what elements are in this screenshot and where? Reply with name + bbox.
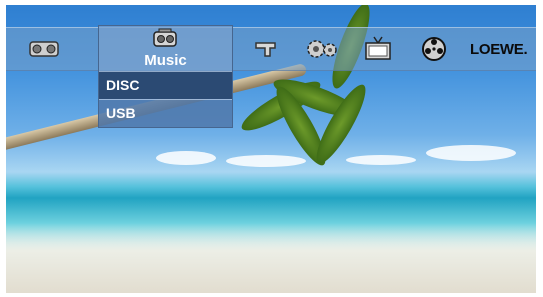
flag-icon[interactable] [246, 32, 286, 66]
menu-item-label: Music [144, 52, 187, 69]
disc-reel-icon[interactable] [414, 32, 454, 66]
media-screen: LOEWE. Music DISC USB [6, 5, 536, 293]
beach-sand [6, 223, 536, 293]
dropdown-item-usb[interactable]: USB [99, 99, 232, 127]
menu-item-music[interactable]: Music [98, 25, 233, 72]
cloud [346, 155, 416, 165]
brand-logo: LOEWE. [470, 41, 528, 58]
source-dropdown: DISC USB [98, 71, 233, 128]
cloud [156, 151, 216, 165]
cloud [426, 145, 516, 161]
music-icon [145, 27, 185, 51]
dropdown-item-disc[interactable]: DISC [99, 71, 232, 99]
cloud [226, 155, 306, 167]
tv-icon[interactable] [358, 32, 398, 66]
settings-gears-icon[interactable] [302, 32, 342, 66]
film-reel-icon[interactable] [24, 32, 64, 66]
main-menu-bar: LOEWE. [6, 27, 536, 71]
